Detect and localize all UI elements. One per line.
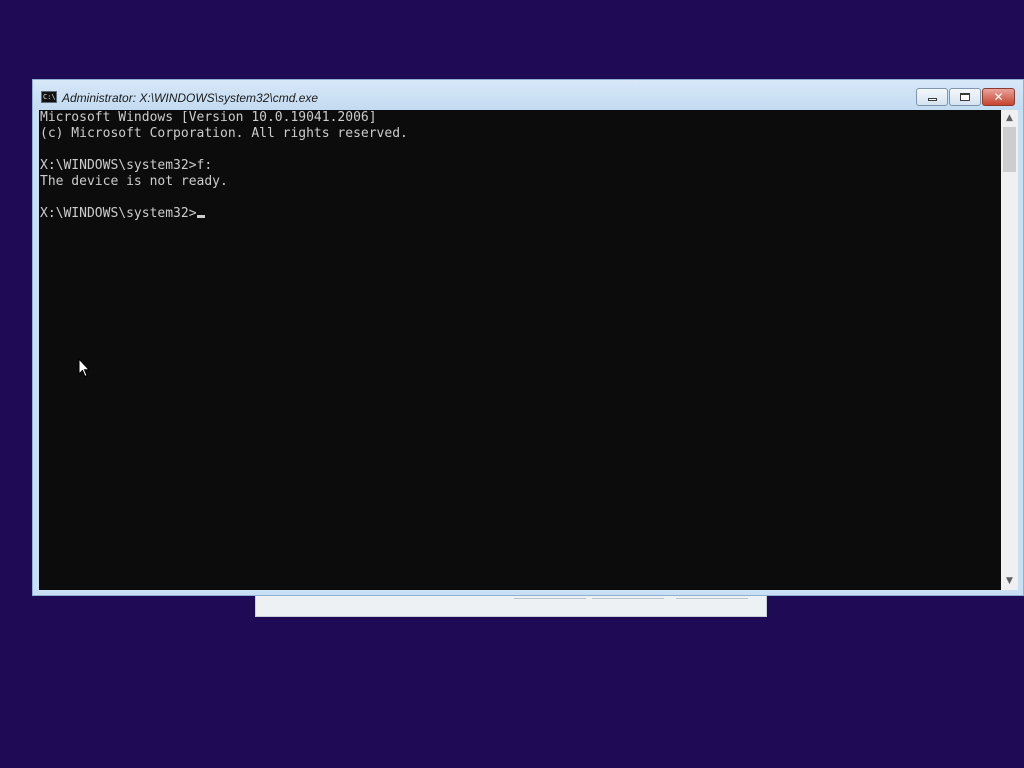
window-title: Administrator: X:\WINDOWS\system32\cmd.e… <box>62 91 319 105</box>
caption-buttons: ✕ <box>915 88 1015 107</box>
console-line: (c) Microsoft Corporation. All rights re… <box>40 126 408 141</box>
background-setup-window <box>255 593 767 617</box>
console-output[interactable]: Microsoft Windows [Version 10.0.19041.20… <box>39 110 1001 590</box>
close-button[interactable]: ✕ <box>982 88 1015 106</box>
vertical-scrollbar[interactable]: ▲ ▼ <box>1001 110 1018 590</box>
minimize-icon <box>928 98 937 101</box>
text-cursor <box>196 215 205 218</box>
mouse-pointer-icon <box>78 358 90 378</box>
minimize-button[interactable] <box>916 88 948 106</box>
scroll-thumb[interactable] <box>1003 127 1016 172</box>
title-bar[interactable]: C:\ Administrator: X:\WINDOWS\system32\c… <box>33 80 1023 110</box>
console-line: Microsoft Windows [Version 10.0.19041.20… <box>40 110 377 125</box>
close-icon: ✕ <box>993 90 1004 104</box>
scroll-down-arrow-icon[interactable]: ▼ <box>1001 573 1018 590</box>
console-line: The device is not ready. <box>40 174 228 189</box>
cmd-window[interactable]: C:\ Administrator: X:\WINDOWS\system32\c… <box>32 79 1024 596</box>
cmd-app-icon[interactable]: C:\ <box>41 91 57 103</box>
console-prompt: X:\WINDOWS\system32> <box>40 206 197 221</box>
maximize-button[interactable] <box>949 88 981 106</box>
scroll-up-arrow-icon[interactable]: ▲ <box>1001 110 1018 127</box>
console-prompt-line[interactable]: X:\WINDOWS\system32> <box>40 206 205 222</box>
restore-icon <box>960 93 970 101</box>
desktop: C:\ Administrator: X:\WINDOWS\system32\c… <box>0 0 1024 768</box>
console-line: X:\WINDOWS\system32>f: <box>40 158 213 173</box>
